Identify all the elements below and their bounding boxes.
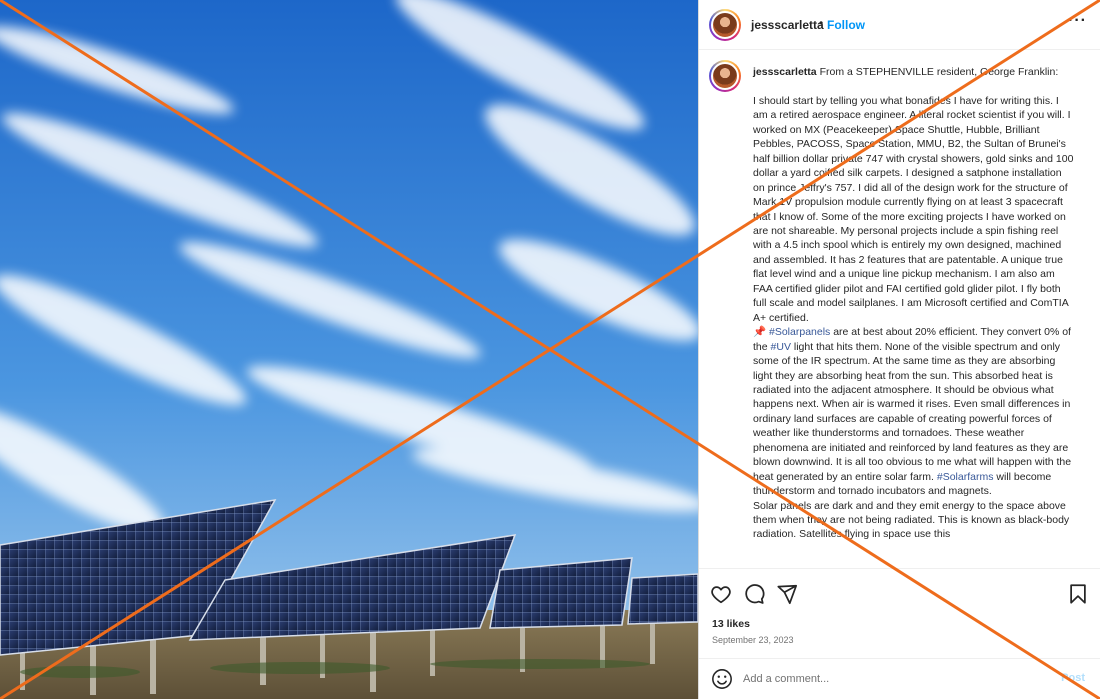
follow-button[interactable]: Follow [827, 18, 865, 32]
pin-emoji-icon: 📌 [753, 326, 767, 339]
bookmark-icon[interactable] [1067, 583, 1091, 607]
post-image[interactable] [0, 0, 698, 699]
caption-paragraph-1: I should start by telling you what bonaf… [753, 94, 1074, 324]
hashtag-solarpanels[interactable]: #Solarpanels [769, 326, 830, 338]
comment-icon[interactable] [743, 583, 767, 607]
hashtag-uv[interactable]: #UV [771, 341, 791, 353]
more-options-icon[interactable]: ··· [1068, 12, 1087, 30]
solar-farm-photo [0, 0, 698, 699]
caption-avatar[interactable] [709, 60, 741, 92]
caption-intro: From a STEPHENVILLE resident, George Fra… [819, 66, 1059, 78]
heart-icon[interactable] [710, 583, 734, 607]
caption-paragraph-3: Solar panels are dark and and they emit … [753, 499, 1070, 541]
caption-text: jessscarletta From a STEPHENVILLE reside… [753, 65, 1075, 542]
caption-text-segment: light that hits them. None of the visibl… [753, 340, 1072, 483]
separator-dot: • [819, 16, 824, 30]
emoji-icon[interactable] [711, 668, 733, 690]
author-username[interactable]: jessscarletta [751, 18, 824, 32]
post-header: jessscarletta • Follow ··· [699, 0, 1100, 50]
avatar[interactable] [709, 9, 741, 41]
share-icon[interactable] [776, 583, 800, 607]
post-actions: 13 likes September 23, 2023 [699, 568, 1100, 658]
hashtag-solarfarms[interactable]: #Solarfarms [937, 471, 994, 483]
caption-section: jessscarletta From a STEPHENVILLE reside… [699, 50, 1100, 568]
caption-username[interactable]: jessscarletta [753, 66, 817, 78]
post-details-panel: jessscarletta • Follow ··· jessscarletta… [698, 0, 1100, 699]
caption-paragraph-2: 📌 #Solarpanels are at best about 20% eff… [753, 325, 1075, 498]
post-date: September 23, 2023 [712, 635, 794, 645]
comment-box: Post [699, 658, 1100, 699]
like-count[interactable]: 13 likes [712, 618, 750, 630]
comment-input[interactable] [743, 668, 1043, 690]
post-comment-button[interactable]: Post [1061, 672, 1085, 684]
